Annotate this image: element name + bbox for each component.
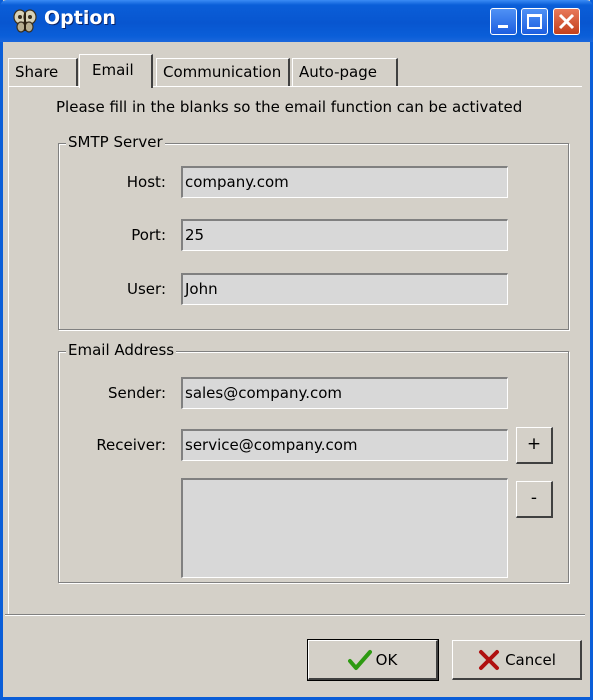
- user-label: User:: [127, 280, 166, 298]
- minimize-icon: [498, 25, 508, 28]
- sender-input[interactable]: sales@company.com: [181, 377, 508, 409]
- minimize-button[interactable]: [490, 8, 517, 35]
- tab-share[interactable]: Share: [8, 58, 78, 86]
- add-receiver-button[interactable]: +: [516, 427, 553, 464]
- cancel-label: Cancel: [505, 650, 556, 669]
- sender-label: Sender:: [108, 384, 166, 402]
- tab-auto-page[interactable]: Auto-page: [292, 58, 398, 86]
- window-title: Option: [44, 7, 116, 29]
- host-input[interactable]: company.com: [181, 166, 508, 198]
- tab-label: Communication: [163, 63, 282, 81]
- x-mark-icon: [479, 649, 500, 670]
- receiver-input[interactable]: service@company.com: [181, 429, 508, 461]
- maximize-icon: [527, 14, 542, 29]
- host-label: Host:: [126, 173, 166, 191]
- port-input[interactable]: 25: [181, 219, 508, 251]
- receiver-label: Receiver:: [96, 436, 166, 454]
- title-bar[interactable]: Option: [0, 0, 593, 42]
- email-address-legend: Email Address: [66, 341, 177, 359]
- user-input[interactable]: John: [181, 273, 508, 305]
- tab-communication[interactable]: Communication: [156, 58, 290, 86]
- remove-receiver-button[interactable]: -: [516, 481, 553, 518]
- maximize-button[interactable]: [521, 8, 548, 35]
- receiver-list[interactable]: [181, 478, 508, 578]
- instruction-text: Please fill in the blanks so the email f…: [56, 98, 523, 116]
- smtp-server-legend: SMTP Server: [66, 133, 165, 151]
- tab-email[interactable]: Email: [79, 54, 153, 88]
- checkmark-icon: [347, 649, 372, 670]
- port-label: Port:: [131, 226, 166, 244]
- cancel-button[interactable]: Cancel: [452, 640, 582, 680]
- ok-label: OK: [375, 650, 398, 669]
- footer-divider: [5, 614, 585, 616]
- tab-label: Email: [92, 61, 134, 79]
- cancel-button-content: Cancel: [453, 641, 580, 678]
- ok-button[interactable]: OK: [307, 639, 439, 681]
- close-button[interactable]: [553, 8, 580, 35]
- tab-label: Share: [15, 63, 59, 81]
- ok-button-content: OK: [309, 641, 436, 678]
- tab-label: Auto-page: [299, 63, 377, 81]
- butterfly-icon: [13, 9, 37, 33]
- close-icon: [558, 13, 575, 30]
